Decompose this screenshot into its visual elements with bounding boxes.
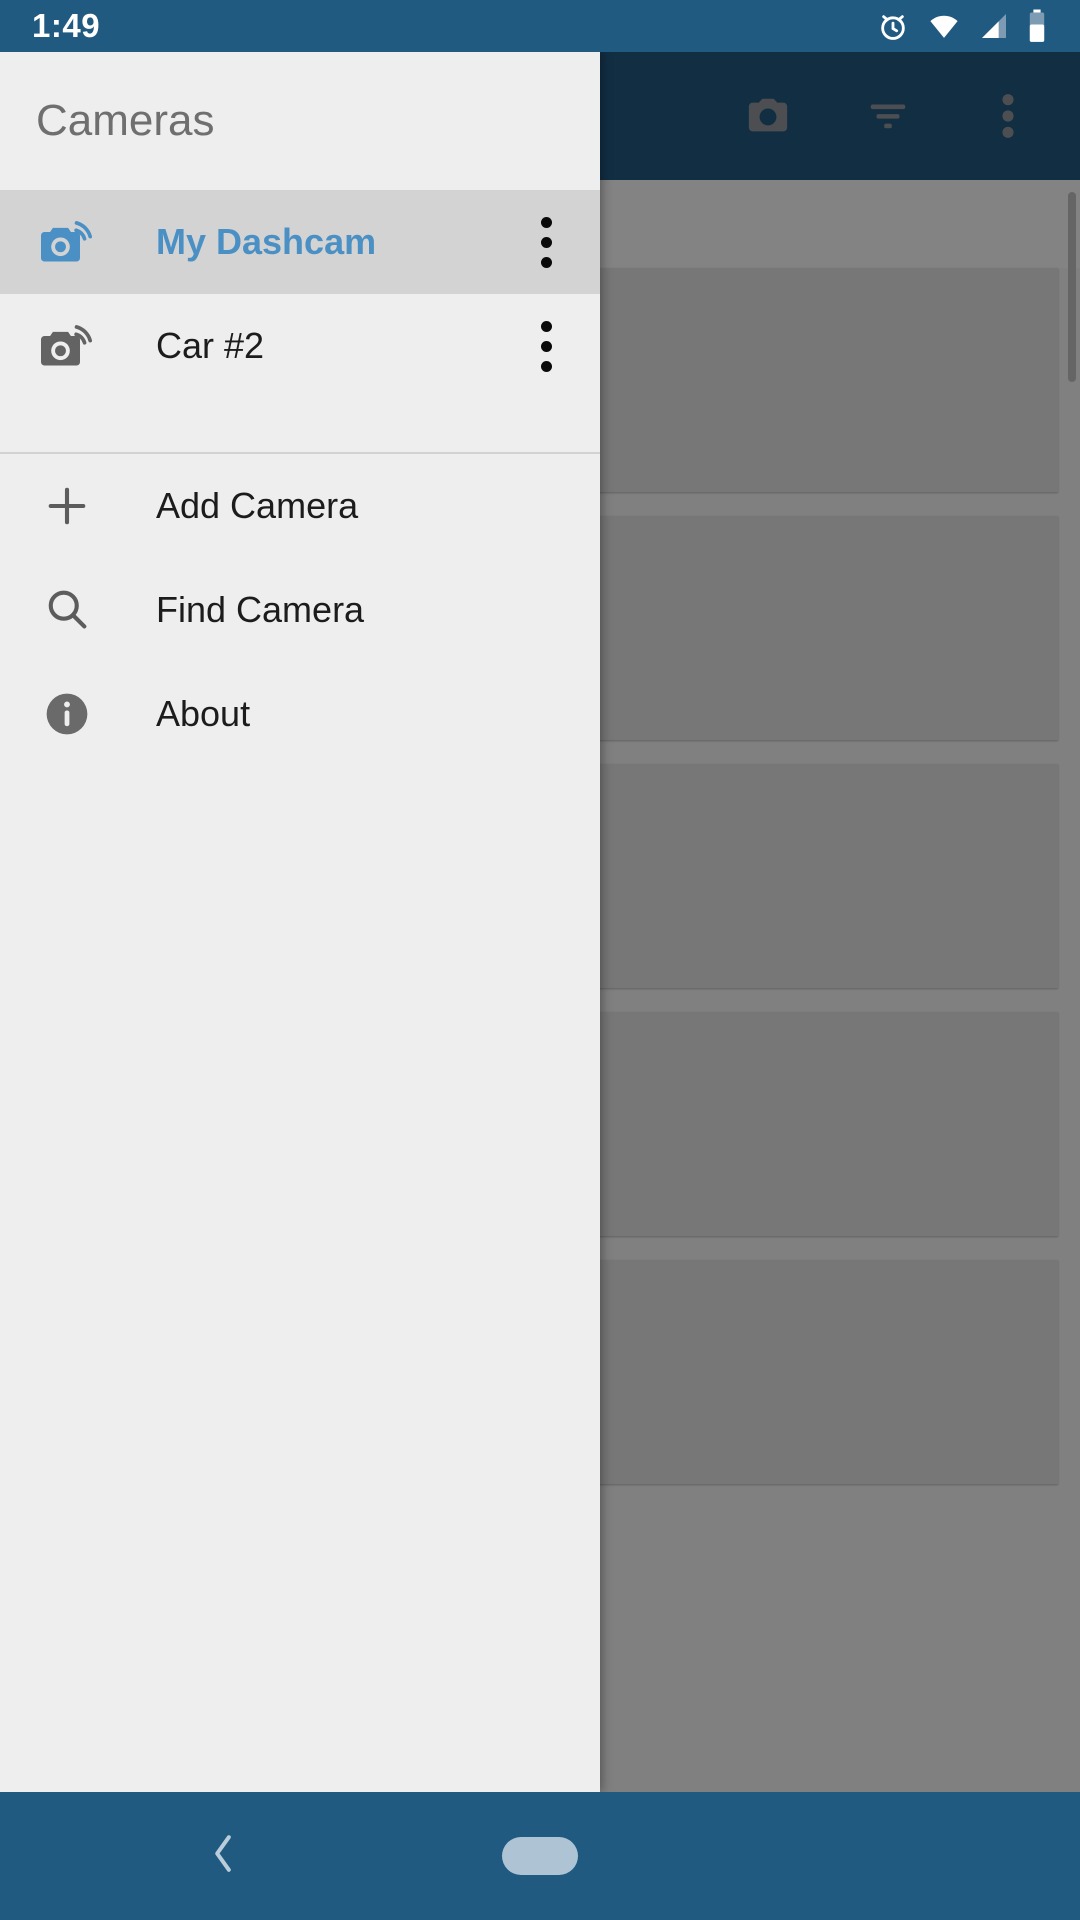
menu-item-about[interactable]: About: [0, 662, 600, 766]
menu-item-label: Add Camera: [156, 485, 359, 526]
menu-item-label: About: [156, 693, 251, 734]
camera-wifi-icon: [36, 315, 98, 377]
system-navigation-bar: [0, 1792, 1080, 1920]
back-button[interactable]: [206, 1826, 240, 1887]
sidebar-item-label: My Dashcam: [156, 221, 377, 262]
home-pill-button[interactable]: [502, 1837, 578, 1875]
search-icon: [36, 579, 98, 641]
sidebar-item-label: Car #2: [156, 325, 265, 366]
sidebar-item-car-2[interactable]: Car #2: [0, 294, 600, 398]
more-vert-icon: [540, 320, 552, 332]
phone-screen: 8 MV BLACKVUE DR750S-2CH/FHD-FHD: [0, 0, 1080, 1920]
menu-item-find-camera[interactable]: Find Camera: [0, 558, 600, 662]
drawer-header: Cameras: [0, 52, 600, 190]
camera-overflow-menu-button[interactable]: [518, 314, 574, 378]
info-icon: [36, 683, 98, 745]
menu-item-add-camera[interactable]: Add Camera: [0, 454, 600, 558]
battery-icon: [1026, 8, 1048, 44]
status-bar-clock: 1:49: [32, 7, 101, 44]
status-bar-icons: [876, 8, 1048, 44]
sidebar-item-my-dashcam[interactable]: My Dashcam: [0, 190, 600, 294]
navigation-drawer: Cameras My Dashcam Car #2 Add Camera Fin…: [0, 52, 600, 1792]
cellular-signal-icon: [978, 9, 1010, 43]
wifi-icon: [926, 9, 962, 43]
alarm-icon: [876, 9, 910, 43]
camera-overflow-menu-button[interactable]: [518, 210, 574, 274]
status-bar: 1:49: [0, 0, 1080, 52]
page-title: Cameras: [36, 96, 215, 145]
plus-icon: [36, 475, 98, 537]
camera-wifi-icon: [36, 211, 98, 273]
menu-item-label: Find Camera: [156, 589, 365, 630]
more-vert-icon: [540, 216, 552, 228]
